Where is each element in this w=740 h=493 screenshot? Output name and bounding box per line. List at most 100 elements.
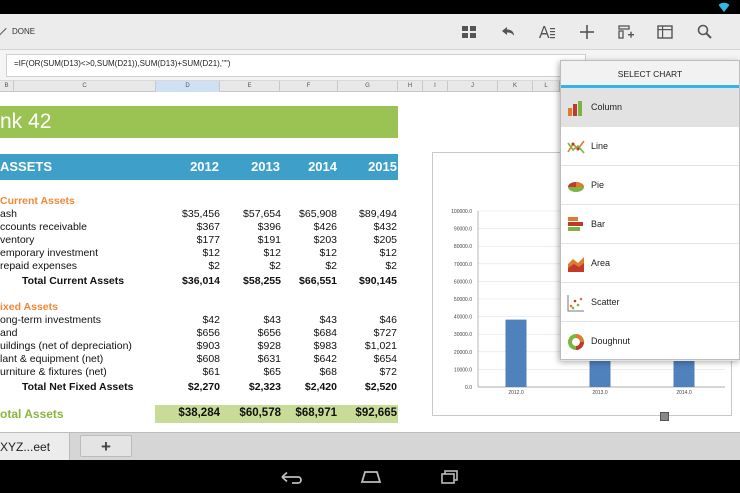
column-header-e[interactable]: E — [220, 81, 280, 92]
table-row[interactable]: uildings (net of depreciation) $903 $928… — [0, 340, 398, 353]
search-icon[interactable] — [695, 22, 715, 42]
done-button[interactable]: DONE — [0, 14, 35, 50]
cell-value: $65 — [263, 366, 281, 378]
chart-option-line[interactable]: Line — [561, 127, 739, 166]
cell-value: $367 — [196, 221, 220, 233]
cell-value: $42 — [202, 314, 220, 326]
chart-x-tick-label: 2013.0 — [592, 390, 608, 396]
table-row[interactable]: emporary investment $12 $12 $12 $12 — [0, 247, 398, 260]
back-icon[interactable] — [278, 469, 306, 485]
grid-view-icon[interactable] — [459, 22, 479, 42]
chart-y-tick-label: 40000.0 — [454, 315, 472, 321]
total-assets-row[interactable]: otal Assets $38,284 $60,578 $68,971 $92,… — [0, 405, 398, 423]
recent-apps-icon[interactable] — [436, 469, 464, 485]
table-row[interactable]: and $656 $656 $684 $727 — [0, 327, 398, 340]
chart-y-tick-label: 80000.0 — [454, 244, 472, 250]
chart-resize-handle[interactable] — [660, 412, 669, 421]
row-label: emporary investment — [0, 247, 99, 259]
row-label: lant & equipment (net) — [0, 353, 104, 365]
cell-value: $2,270 — [187, 381, 220, 393]
cell-value: $72 — [379, 366, 397, 378]
column-header-g[interactable]: G — [338, 81, 398, 92]
column-header-f[interactable]: F — [280, 81, 338, 92]
chart-option-label: Bar — [591, 219, 606, 229]
current-assets-title: Current Assets — [0, 195, 75, 207]
chart-option-label: Line — [591, 141, 609, 151]
column-header-h[interactable]: H — [398, 81, 423, 92]
chart-y-tick-label: 100000.0 — [451, 209, 472, 215]
add-sheet-button[interactable]: + — [80, 435, 132, 457]
table-row[interactable]: urniture & fixtures (net) $61 $65 $68 $7… — [0, 366, 398, 379]
cell-value: $642 — [313, 353, 337, 365]
cell-value: $983 — [313, 340, 337, 352]
cell-value: $203 — [313, 234, 337, 246]
cell-value: $46 — [379, 314, 397, 326]
cell-value: $12 — [263, 247, 281, 259]
insert-plus-icon[interactable] — [577, 22, 597, 42]
sheet-view-icon[interactable] — [655, 22, 675, 42]
sheet-banner[interactable]: nk 42 — [0, 106, 398, 138]
chart-option-label: Column — [591, 102, 623, 112]
cell-value: $608 — [196, 353, 220, 365]
table-row[interactable]: ash $35,456 $57,654 $65,908 $89,494 — [0, 208, 398, 221]
row-label: ventory — [0, 234, 35, 246]
table-row[interactable]: repaid expenses $2 $2 $2 $2 — [0, 260, 398, 273]
cell-value: $656 — [257, 327, 281, 339]
column-header-b[interactable]: B — [0, 81, 14, 92]
cell-value: $727 — [373, 327, 397, 339]
chart-y-tick-label: 60000.0 — [454, 279, 472, 285]
cell-value: $43 — [319, 314, 337, 326]
add-sheet-label: + — [101, 437, 111, 456]
cell-value: $177 — [196, 234, 220, 246]
chart-option-label: Doughnut — [591, 336, 631, 346]
column-header-j[interactable]: J — [448, 81, 498, 92]
chart-y-tick-label: 0.0 — [465, 385, 472, 391]
area-chart-icon — [568, 257, 584, 272]
year-header: 2013 — [251, 159, 280, 174]
cell-value: $396 — [257, 221, 281, 233]
navigation-bar — [0, 460, 740, 493]
table-row[interactable]: ong-term investments $42 $43 $43 $46 — [0, 314, 398, 327]
cell-value: $60,578 — [239, 407, 281, 419]
fixed-assets-title: ixed Assets — [0, 301, 58, 313]
row-label: ash — [0, 208, 17, 220]
cell-value: $43 — [263, 314, 281, 326]
column-header-k[interactable]: K — [498, 81, 533, 92]
chart-option-scatter[interactable]: Scatter — [561, 283, 739, 322]
cell-value: $65,908 — [299, 208, 337, 220]
cell-value: $2 — [269, 260, 281, 272]
column-header-i[interactable]: I — [423, 81, 448, 92]
chart-option-doughnut[interactable]: Doughnut — [561, 322, 739, 361]
chart-option-label: Scatter — [591, 297, 620, 307]
table-row[interactable]: Total Net Fixed Assets $2,270 $2,323 $2,… — [0, 381, 398, 394]
table-row[interactable]: Total Current Assets $36,014 $58,255 $66… — [0, 275, 398, 288]
column-chart-icon — [568, 101, 582, 116]
cell-value: $36,014 — [182, 275, 220, 287]
wifi-icon — [718, 2, 730, 12]
sheet-tab-bar: XYZ...eet + — [0, 432, 740, 461]
assets-header-row[interactable]: ASSETS 2012 2013 2014 2015 — [0, 154, 398, 180]
column-header-d[interactable]: D — [156, 81, 220, 92]
chart-option-area[interactable]: Area — [561, 244, 739, 283]
cell-value: $191 — [257, 234, 281, 246]
cell-value: $58,255 — [243, 275, 281, 287]
cell-value: $2 — [385, 260, 397, 272]
year-header: 2012 — [190, 159, 219, 174]
chart-option-column[interactable]: Column — [561, 88, 739, 127]
cell-value: $684 — [313, 327, 337, 339]
table-row[interactable]: ventory $177 $191 $203 $205 — [0, 234, 398, 247]
table-row[interactable]: ccounts receivable $367 $396 $426 $432 — [0, 221, 398, 234]
cell-value: $12 — [202, 247, 220, 259]
undo-icon[interactable] — [498, 22, 518, 42]
insert-cells-icon[interactable] — [616, 22, 636, 42]
cell-value: $928 — [257, 340, 281, 352]
text-format-icon[interactable] — [537, 22, 557, 42]
cell-value: $89,494 — [359, 208, 397, 220]
column-header-c[interactable]: C — [14, 81, 156, 92]
home-icon[interactable] — [357, 469, 385, 485]
table-row[interactable]: lant & equipment (net) $608 $631 $642 $6… — [0, 353, 398, 366]
chart-option-bar[interactable]: Bar — [561, 205, 739, 244]
tab-sheet[interactable]: XYZ...eet — [0, 433, 70, 461]
chart-option-pie[interactable]: Pie — [561, 166, 739, 205]
column-header-l[interactable]: L — [533, 81, 560, 92]
